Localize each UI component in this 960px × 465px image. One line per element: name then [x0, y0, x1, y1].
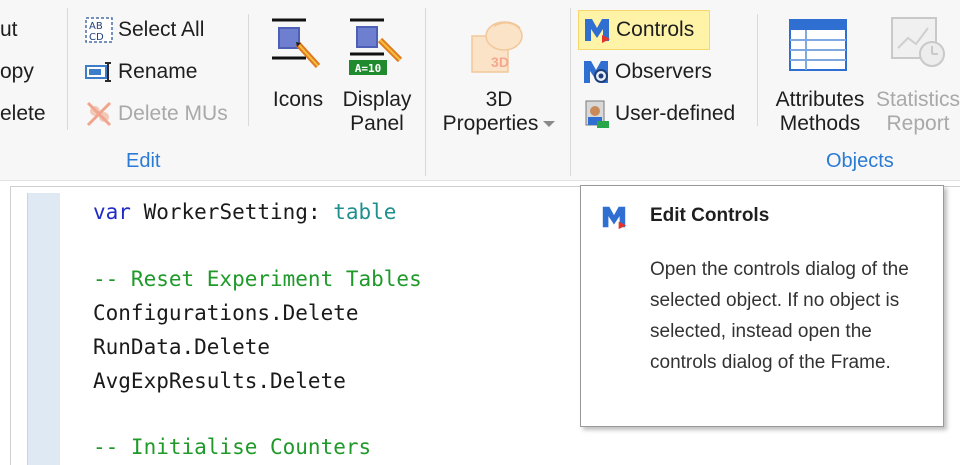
code-line[interactable]: AvgExpResults.Delete — [93, 369, 346, 393]
table-icon — [789, 19, 847, 71]
user-defined-label: User-defined — [615, 102, 736, 125]
delete-mus-icon — [86, 101, 112, 127]
ribbon-separator — [67, 8, 68, 130]
delete-mus-button[interactable]: Delete MUs — [84, 96, 228, 132]
svg-text:CD: CD — [89, 32, 104, 43]
rename-label: Rename — [118, 60, 198, 83]
copy-label: opy — [0, 60, 34, 83]
statistics-report-icon — [891, 17, 945, 67]
report-label: Report — [886, 112, 950, 135]
methods-label: Methods — [779, 112, 861, 135]
statistics-label: Statistics — [875, 88, 960, 111]
svg-text:AB: AB — [89, 21, 103, 32]
controls-label: Controls — [616, 18, 695, 41]
code-line[interactable]: Configurations.Delete — [93, 301, 359, 325]
3d-properties-label-text: Properties — [442, 112, 539, 135]
code-comment[interactable]: -- Reset Experiment Tables — [93, 267, 422, 291]
observers-icon — [584, 61, 608, 83]
keyword-var: var — [93, 200, 131, 224]
user-defined-button[interactable]: User-defined — [581, 96, 735, 132]
attributes-label: Attributes — [775, 88, 865, 111]
observers-label: Observers — [615, 60, 712, 83]
tooltip: Edit Controls Open the controls dialog o… — [580, 185, 944, 427]
display-panel-button[interactable]: A=10 Display Panel — [336, 14, 418, 136]
code-line-declaration[interactable]: var WorkerSetting: table — [93, 200, 396, 224]
tooltip-body: Open the controls dialog of the selected… — [650, 259, 909, 373]
3d-properties-icon-text: 3D — [491, 54, 509, 70]
3d-properties-button[interactable]: 3D 3D Properties — [434, 14, 564, 136]
statistics-report-button[interactable]: Statistics Report — [872, 14, 960, 136]
observers-button[interactable]: Observers — [581, 54, 712, 90]
icons-icon — [272, 18, 321, 69]
3d-properties-label-line1: 3D — [485, 88, 513, 111]
select-all-button[interactable]: AB CD Select All — [84, 12, 204, 48]
delete-button[interactable]: elete — [0, 96, 46, 132]
editor-gutter[interactable] — [27, 193, 60, 465]
select-all-label: Select All — [118, 18, 205, 41]
tooltip-title: Edit Controls — [650, 205, 770, 226]
chevron-down-icon[interactable] — [543, 121, 556, 128]
select-all-icon: AB CD — [85, 17, 113, 43]
variable-name: WorkerSetting: — [130, 200, 334, 224]
edit-group-label: Edit — [126, 150, 161, 172]
ribbon-separator — [425, 8, 426, 176]
cut-button[interactable]: ut — [0, 12, 18, 48]
icons-button[interactable]: Icons — [262, 14, 334, 134]
cut-label: ut — [0, 18, 18, 41]
controls-icon — [602, 206, 627, 230]
3d-properties-label-line2: Properties — [434, 112, 564, 136]
ribbon: ut opy elete AB CD Select All Rename Del… — [0, 0, 960, 180]
rename-button[interactable]: Rename — [84, 54, 197, 90]
ribbon-separator — [570, 8, 571, 176]
display-panel-label-line2: Panel — [350, 112, 404, 135]
objects-group-label: Objects — [826, 150, 894, 172]
attributes-methods-button[interactable]: Attributes Methods — [768, 14, 872, 136]
rename-icon — [85, 62, 111, 82]
ribbon-separator — [248, 14, 249, 126]
copy-button[interactable]: opy — [0, 54, 34, 90]
code-comment[interactable]: -- Initialise Counters — [93, 435, 371, 459]
user-defined-icon — [585, 100, 609, 128]
display-panel-icon-text: A=10 — [354, 62, 382, 75]
controls-icon — [585, 19, 610, 43]
icons-label: Icons — [272, 88, 324, 111]
display-panel-label-line1: Display — [342, 88, 412, 111]
code-line[interactable]: RunData.Delete — [93, 335, 270, 359]
controls-button[interactable]: Controls — [578, 10, 710, 50]
type-name: table — [333, 200, 397, 224]
ribbon-border — [0, 180, 960, 181]
delete-label: elete — [0, 102, 46, 125]
delete-mus-label: Delete MUs — [118, 102, 228, 125]
ribbon-separator — [757, 14, 758, 126]
